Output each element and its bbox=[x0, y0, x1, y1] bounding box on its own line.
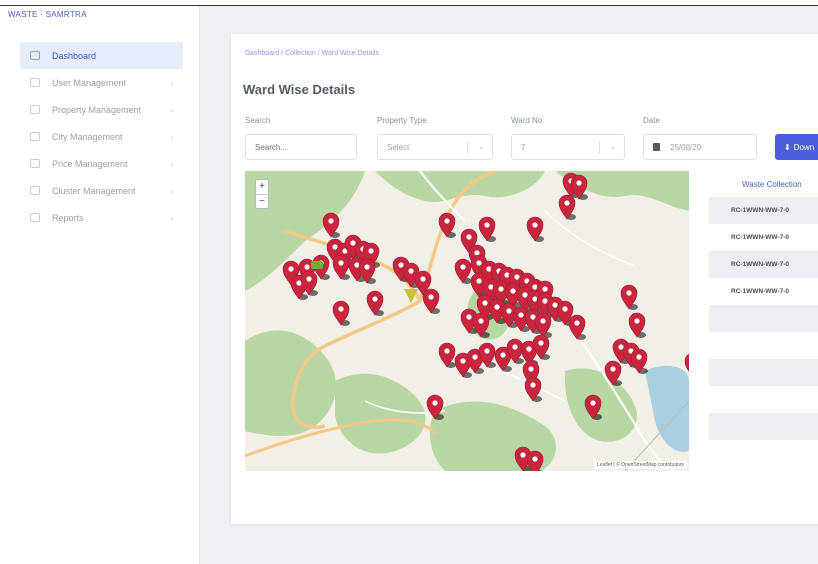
report-icon bbox=[30, 213, 40, 222]
map-marker-icon[interactable] bbox=[426, 394, 444, 420]
sidebar-item-property-management[interactable]: Property Management › bbox=[20, 96, 183, 123]
table-row[interactable] bbox=[709, 386, 818, 413]
map-marker-icon[interactable] bbox=[478, 342, 496, 368]
map-marker-icon[interactable] bbox=[438, 212, 456, 238]
select-divider bbox=[599, 141, 600, 154]
ward-no-label: Ward No bbox=[511, 116, 543, 125]
map-marker-icon[interactable] bbox=[532, 334, 550, 360]
map-marker-icon[interactable] bbox=[558, 194, 576, 220]
sidebar: WASTE · SAMRTRA Dashboard User Managemen… bbox=[0, 6, 200, 564]
table-row[interactable] bbox=[709, 413, 818, 440]
chevron-down-icon: ⌄ bbox=[610, 144, 616, 151]
sidebar-item-dashboard[interactable]: Dashboard bbox=[20, 42, 183, 69]
chevron-down-icon: ⌄ bbox=[478, 144, 484, 151]
sidebar-item-label: User Management bbox=[52, 77, 127, 88]
dashboard-icon bbox=[30, 51, 40, 60]
map-attribution[interactable]: Leaflet | © OpenStreetMap contributors bbox=[594, 461, 687, 469]
main-card: Dashboard / Collection / Ward Wise Detai… bbox=[231, 34, 818, 524]
chevron-right-icon: › bbox=[170, 187, 173, 196]
table-header: Waste Collection bbox=[742, 179, 802, 189]
map-marker-icon[interactable] bbox=[332, 300, 350, 326]
ward-map[interactable]: + − Leaflet | © OpenStreetMap contributo… bbox=[245, 171, 689, 471]
date-label: Date bbox=[643, 116, 660, 125]
sidebar-item-label: Property Management bbox=[52, 104, 142, 115]
zoom-control: + − bbox=[255, 179, 269, 209]
sidebar-item-cluster-management[interactable]: Cluster Management › bbox=[20, 177, 183, 204]
green-marker-icon[interactable] bbox=[311, 261, 323, 269]
map-marker-icon[interactable] bbox=[472, 312, 490, 338]
search-input[interactable] bbox=[245, 134, 357, 160]
map-marker-icon[interactable] bbox=[454, 258, 472, 284]
property-type-value: Select bbox=[387, 142, 410, 152]
sidebar-item-label: Reports bbox=[52, 212, 84, 223]
table-row[interactable]: RC-1WWN-WW-7-0 bbox=[709, 197, 818, 224]
table-row[interactable]: RC-1WWN-WW-7-0 bbox=[709, 278, 818, 305]
sidebar-item-user-management[interactable]: User Management › bbox=[20, 69, 183, 96]
sidebar-item-city-management[interactable]: City Management › bbox=[20, 123, 183, 150]
chevron-right-icon: › bbox=[170, 133, 173, 142]
sidebar-item-reports[interactable]: Reports › bbox=[20, 204, 183, 231]
sidebar-item-price-management[interactable]: Price Management › bbox=[20, 150, 183, 177]
chevron-right-icon: › bbox=[170, 214, 173, 223]
calendar-icon bbox=[653, 143, 660, 151]
table-row[interactable] bbox=[709, 305, 818, 332]
breadcrumb[interactable]: Dashboard / Collection / Ward Wise Detai… bbox=[245, 50, 379, 57]
map-marker-icon[interactable] bbox=[620, 284, 638, 310]
map-marker-icon[interactable] bbox=[534, 312, 552, 338]
brand-logo-text: WASTE · SAMRTRA bbox=[8, 10, 87, 19]
page-title: Ward Wise Details bbox=[243, 82, 356, 97]
map-marker-icon[interactable] bbox=[422, 288, 440, 314]
map-marker-icon[interactable] bbox=[630, 348, 648, 374]
map-marker-icon[interactable] bbox=[524, 376, 542, 402]
download-icon: ⬇ bbox=[784, 142, 791, 152]
download-label: Down bbox=[793, 142, 815, 152]
table-row[interactable]: RC-1WWN-WW-7-0 bbox=[709, 251, 818, 278]
property-type-select[interactable]: Select ⌄ bbox=[377, 134, 493, 160]
map-marker-icon[interactable] bbox=[478, 216, 496, 242]
table-row[interactable] bbox=[709, 359, 818, 386]
chevron-right-icon: › bbox=[170, 79, 173, 88]
cluster-icon bbox=[30, 186, 40, 195]
property-type-label: Property Type bbox=[377, 116, 427, 125]
sidebar-item-label: Price Management bbox=[52, 158, 128, 169]
date-input[interactable]: 25/08/20 bbox=[643, 134, 757, 160]
map-marker-icon[interactable] bbox=[628, 312, 646, 338]
marker-layer bbox=[282, 172, 689, 471]
chevron-right-icon: › bbox=[170, 106, 173, 115]
city-icon bbox=[30, 132, 40, 141]
price-tag-icon bbox=[30, 159, 40, 168]
table-row[interactable] bbox=[709, 332, 818, 359]
select-divider bbox=[467, 141, 468, 154]
table-row[interactable]: RC-1WWN-WW-7-0 bbox=[709, 224, 818, 251]
map-marker-icon[interactable] bbox=[438, 342, 456, 368]
ward-no-value: 7 bbox=[521, 142, 526, 152]
map-marker-icon[interactable] bbox=[568, 314, 586, 340]
date-value: 25/08/20 bbox=[670, 142, 702, 152]
map-marker-icon[interactable] bbox=[684, 353, 689, 378]
sidebar-item-label: Dashboard bbox=[52, 50, 97, 61]
map-marker-icon[interactable] bbox=[604, 360, 622, 386]
ward-no-select[interactable]: 7 ⌄ bbox=[511, 134, 625, 160]
map-marker-icon[interactable] bbox=[584, 394, 602, 420]
building-icon bbox=[30, 105, 40, 114]
map-marker-icon[interactable] bbox=[526, 216, 544, 242]
selected-marker-icon[interactable] bbox=[404, 289, 418, 303]
map-marker-icon[interactable] bbox=[332, 254, 350, 280]
zoom-out-button[interactable]: − bbox=[256, 194, 268, 208]
waste-collection-table: Waste Collection RC-1WWN-WW-7-0 RC-1WWN-… bbox=[709, 171, 818, 440]
search-label: Search bbox=[245, 116, 271, 125]
sidebar-nav: Dashboard User Management › Property Man… bbox=[20, 42, 183, 231]
chevron-right-icon: › bbox=[170, 160, 173, 169]
map-marker-icon[interactable] bbox=[366, 290, 384, 316]
zoom-in-button[interactable]: + bbox=[256, 180, 268, 194]
map-marker-icon[interactable] bbox=[322, 212, 340, 238]
user-icon bbox=[30, 78, 40, 87]
download-button[interactable]: ⬇ Down bbox=[775, 134, 818, 160]
sidebar-item-label: Cluster Management bbox=[52, 185, 136, 196]
sidebar-item-label: City Management bbox=[52, 131, 123, 142]
